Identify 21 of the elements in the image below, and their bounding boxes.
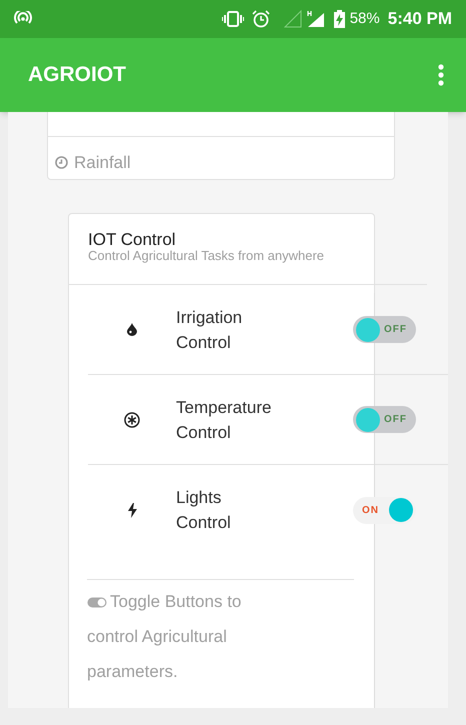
app-title: AGROIOT — [28, 62, 127, 88]
lightning-icon — [128, 502, 136, 518]
card-subtitle: Control Agricultural Tasks from anywhere — [88, 250, 326, 262]
control-label: Irrigation Control — [176, 306, 244, 354]
vibrate-icon — [222, 11, 244, 27]
card-title: IOT Control — [88, 230, 177, 250]
toggle-switch[interactable]: OFF — [353, 316, 416, 343]
control-label: Lights Control — [176, 487, 232, 534]
clock-icon — [55, 156, 68, 170]
rainfall-label: Rainfall — [74, 152, 131, 174]
toggle-switch[interactable]: OFF — [353, 406, 416, 433]
drop-icon — [127, 323, 137, 336]
toggle-switch[interactable]: ON — [353, 496, 416, 524]
battery-charging-icon — [334, 10, 345, 28]
control-label: Temperature Control — [176, 396, 272, 444]
footer-text: Toggle Buttons to control Agricultural parameters. — [87, 591, 242, 683]
asterisk-circle-icon — [124, 412, 140, 428]
alarm-icon — [252, 10, 270, 28]
battery-percentage: 58% — [350, 8, 380, 29]
more-options-icon[interactable] — [438, 64, 444, 86]
clock-time: 5:40 PM — [388, 8, 452, 30]
